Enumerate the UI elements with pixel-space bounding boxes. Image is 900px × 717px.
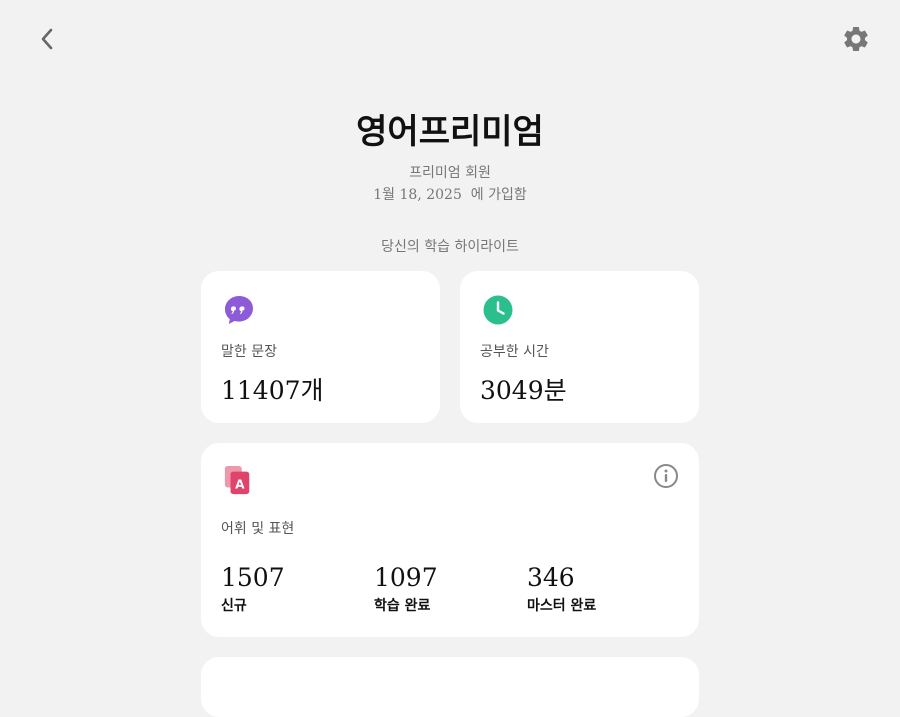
back-button[interactable] [31, 22, 65, 56]
vocab-mastered-stat: 346 마스터 완료 [527, 563, 596, 615]
chevron-left-icon [41, 28, 53, 50]
joined-date: 1월 18, 2025 에 가입함 [373, 187, 527, 203]
vocab-learned-value: 1097 [374, 563, 438, 592]
membership-label: 프리미엄 회원 [409, 165, 491, 181]
sentences-value: 11407개 [221, 376, 324, 405]
info-icon [654, 464, 678, 488]
vocab-mastered-label: 마스터 완료 [527, 598, 597, 614]
highlights-label: 당신의 학습 하이라이트 [381, 239, 519, 255]
study-time-value: 3049분 [480, 376, 567, 405]
svg-text:A: A [235, 477, 245, 491]
vocab-learned-stat: 1097 학습 완료 [374, 563, 438, 615]
next-card [201, 657, 699, 717]
vocab-new-stat: 1507 신규 [221, 563, 285, 615]
page-title: 영어프리미엄 [356, 112, 544, 152]
speech-bubble-quote-icon [225, 296, 253, 324]
clock-icon [483, 295, 513, 325]
vocab-cards-icon: A [224, 465, 250, 495]
vocab-label: 어휘 및 표현 [221, 521, 295, 537]
study-time-label: 공부한 시간 [480, 344, 549, 360]
vocab-new-value: 1507 [221, 563, 285, 592]
sentences-label: 말한 문장 [221, 344, 277, 360]
gear-icon [844, 26, 868, 51]
vocab-new-label: 신규 [221, 598, 247, 614]
settings-button[interactable] [839, 22, 873, 56]
profile-header: 영어프리미엄 프리미엄 회원 1월 18, 2025 에 가입함 [0, 110, 900, 206]
info-button[interactable] [653, 463, 679, 489]
vocab-mastered-value: 346 [527, 563, 575, 592]
vocab-learned-label: 학습 완료 [374, 598, 431, 614]
vocab-card: A 어휘 및 표현 1507 신규 1097 학습 완료 346 마스터 완료 [201, 443, 699, 637]
sentences-card: 말한 문장 11407개 [201, 271, 440, 423]
study-time-card: 공부한 시간 3049분 [460, 271, 699, 423]
